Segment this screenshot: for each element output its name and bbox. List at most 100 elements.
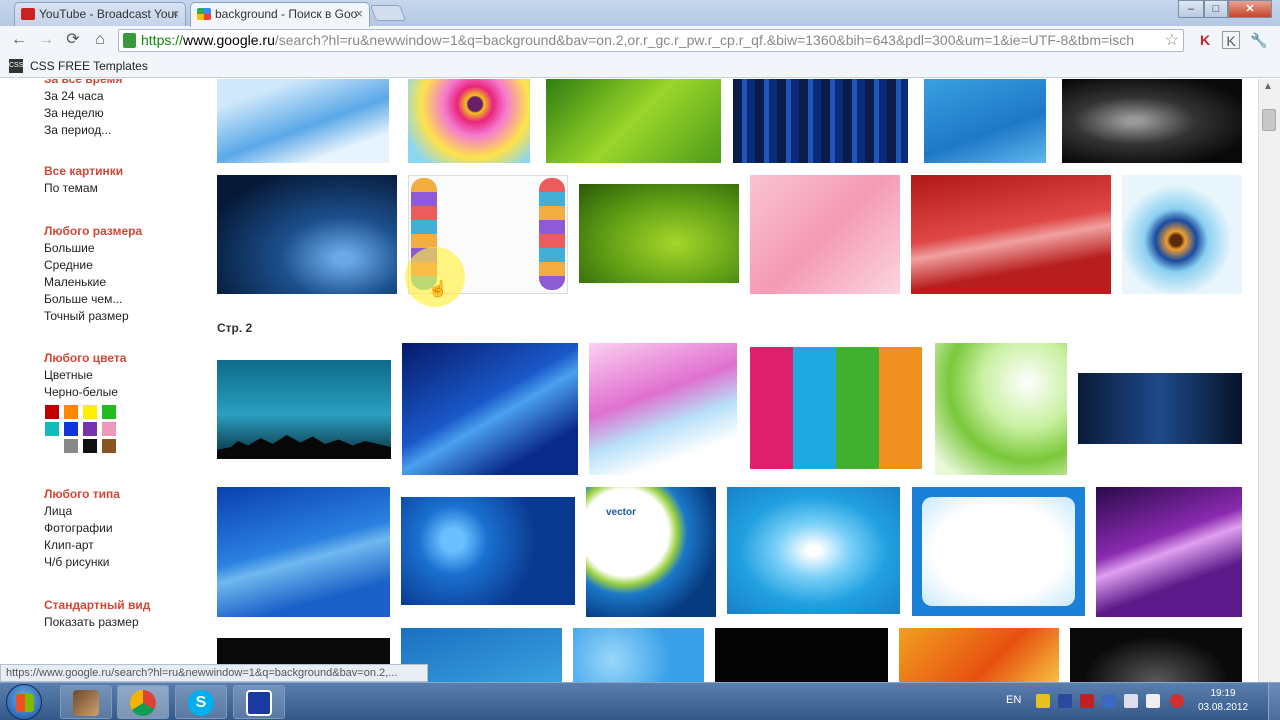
color-swatch[interactable]: [83, 422, 97, 436]
color-swatch[interactable]: [83, 439, 97, 453]
taskbar-app-game[interactable]: [60, 685, 112, 719]
image-result[interactable]: [217, 360, 391, 459]
all-images-heading[interactable]: Все картинки: [44, 163, 123, 180]
kind-lineart[interactable]: Ч/б рисунки: [44, 554, 120, 571]
image-result[interactable]: [402, 343, 578, 475]
css-templates-icon: CSS: [9, 59, 23, 73]
bluetooth-icon[interactable]: [1102, 694, 1116, 708]
color-swatch[interactable]: [64, 422, 78, 436]
page-number-label: Стр. 2: [217, 321, 253, 335]
forward-arrow-icon[interactable]: →: [35, 30, 57, 50]
color-swatch[interactable]: [102, 422, 116, 436]
by-topic-link[interactable]: По темам: [44, 180, 123, 197]
taskbar-app-chrome[interactable]: [117, 685, 169, 719]
volume-icon[interactable]: [1170, 694, 1184, 708]
close-tab-icon[interactable]: ×: [355, 6, 363, 21]
color-filter-heading[interactable]: Любого цвета: [44, 350, 126, 367]
reload-icon[interactable]: ⟳: [62, 30, 84, 50]
extension-icon[interactable]: K: [1222, 31, 1240, 49]
start-button[interactable]: [6, 684, 42, 720]
color-swatch[interactable]: [64, 439, 78, 453]
image-result[interactable]: [217, 79, 389, 163]
time-filter-24h[interactable]: За 24 часа: [44, 88, 122, 105]
scroll-up-icon[interactable]: ▲: [1263, 81, 1273, 92]
image-result[interactable]: [733, 79, 908, 163]
image-result[interactable]: vector: [586, 487, 716, 617]
image-result[interactable]: [546, 79, 721, 163]
color-swatch[interactable]: [83, 405, 97, 419]
kind-faces[interactable]: Лица: [44, 503, 120, 520]
time-filter-week[interactable]: За неделю: [44, 105, 122, 122]
image-result[interactable]: [935, 343, 1067, 475]
language-indicator[interactable]: EN: [1006, 694, 1021, 706]
image-result[interactable]: [912, 487, 1085, 616]
taskbar-app-skype[interactable]: S: [175, 685, 227, 719]
image-result[interactable]: [924, 79, 1046, 163]
kind-filter-heading[interactable]: Любого типа: [44, 486, 120, 503]
image-result[interactable]: [715, 628, 888, 682]
image-result[interactable]: [1096, 487, 1242, 617]
size-larger-than[interactable]: Больше чем...: [44, 291, 142, 308]
tray-icon-5[interactable]: [1124, 694, 1138, 708]
tab-youtube[interactable]: YouTube - Broadcast Your ×: [14, 2, 186, 26]
image-result[interactable]: [1062, 79, 1242, 163]
image-result[interactable]: [217, 487, 390, 617]
home-icon[interactable]: ⌂: [89, 30, 111, 50]
image-result[interactable]: [1070, 628, 1242, 682]
image-result[interactable]: [911, 175, 1111, 294]
bookmark-star-icon[interactable]: ☆: [1165, 30, 1179, 51]
new-tab-button[interactable]: [370, 5, 406, 21]
kind-clipart[interactable]: Клип-арт: [44, 537, 120, 554]
color-swatch[interactable]: [102, 439, 116, 453]
image-result[interactable]: [1122, 175, 1242, 294]
color-full[interactable]: Цветные: [44, 367, 126, 384]
time-filter-period[interactable]: За период...: [44, 122, 122, 139]
close-tab-icon[interactable]: ×: [171, 6, 179, 21]
color-swatch[interactable]: [45, 439, 59, 453]
color-swatch[interactable]: [45, 422, 59, 436]
tray-icon-2[interactable]: [1058, 694, 1072, 708]
image-result[interactable]: [750, 347, 922, 469]
tray-kaspersky-icon[interactable]: [1080, 694, 1094, 708]
image-result[interactable]: [750, 175, 900, 294]
address-bar[interactable]: https://www.google.ru/search?hl=ru&newwi…: [118, 29, 1184, 52]
image-result[interactable]: [573, 628, 704, 682]
minimize-button[interactable]: –: [1178, 0, 1204, 18]
wrench-icon[interactable]: 🔧: [1250, 31, 1268, 49]
tab-title: YouTube - Broadcast Your: [39, 7, 179, 21]
image-result[interactable]: [408, 79, 530, 163]
scrollbar-thumb[interactable]: [1262, 109, 1276, 131]
image-result[interactable]: [401, 497, 575, 605]
image-result[interactable]: [1078, 373, 1242, 444]
back-arrow-icon[interactable]: ←: [8, 30, 30, 50]
maximize-button[interactable]: □: [1204, 0, 1228, 18]
size-exact[interactable]: Точный размер: [44, 308, 142, 325]
image-result[interactable]: [217, 175, 397, 294]
show-desktop-button[interactable]: [1268, 683, 1280, 720]
system-clock[interactable]: 19:19 03.08.2012: [1193, 687, 1253, 715]
image-result[interactable]: [899, 628, 1059, 682]
image-result[interactable]: [579, 184, 739, 283]
page-scrollbar[interactable]: ▲: [1258, 79, 1280, 682]
image-result[interactable]: [589, 343, 737, 475]
show-size-link[interactable]: Показать размер: [44, 614, 150, 631]
size-large[interactable]: Большие: [44, 240, 142, 257]
close-window-button[interactable]: ✕: [1228, 0, 1272, 18]
size-small[interactable]: Маленькие: [44, 274, 142, 291]
kind-photos[interactable]: Фотографии: [44, 520, 120, 537]
bookmark-css-templates[interactable]: CSS FREE Templates: [30, 59, 148, 73]
color-swatch[interactable]: [64, 405, 78, 419]
network-icon[interactable]: [1146, 694, 1160, 708]
taskbar-app-remote[interactable]: [233, 685, 285, 719]
time-filter-heading[interactable]: За все время: [44, 79, 122, 88]
view-filter-heading[interactable]: Стандартный вид: [44, 597, 150, 614]
tray-icon-1[interactable]: [1036, 694, 1050, 708]
color-swatch[interactable]: [45, 405, 59, 419]
kaspersky-icon[interactable]: K: [1196, 31, 1214, 49]
image-result[interactable]: [727, 487, 900, 614]
color-swatch[interactable]: [102, 405, 116, 419]
tab-google-search[interactable]: background - Поиск в Goo ×: [190, 2, 370, 27]
color-bw[interactable]: Черно-белые: [44, 384, 126, 401]
size-medium[interactable]: Средние: [44, 257, 142, 274]
size-filter-heading[interactable]: Любого размера: [44, 223, 142, 240]
